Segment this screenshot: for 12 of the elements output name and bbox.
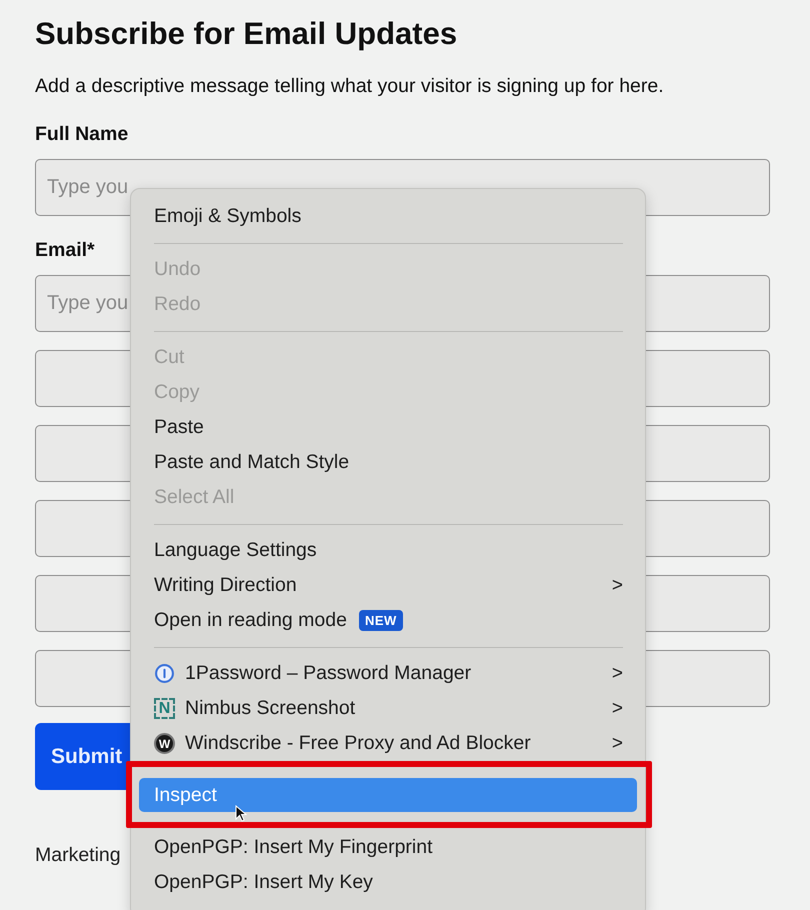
field-label: Email* — [35, 238, 96, 262]
submenu-arrow: > — [612, 732, 623, 754]
form-title: Subscribe for Email Updates — [35, 15, 458, 53]
nimbus-icon: N — [154, 698, 175, 719]
field-label: Full Name — [35, 122, 130, 146]
new-badge: NEW — [358, 610, 403, 631]
submenu-arrow: > — [612, 662, 623, 684]
submenu-arrow: > — [612, 698, 623, 720]
submenu-arrow: > — [612, 574, 623, 596]
form-description: Add a descriptive message telling what your visitor is signing up for here. — [35, 74, 665, 99]
windscribe-icon: W — [154, 733, 175, 754]
footer-text: Marketing — [35, 844, 121, 867]
